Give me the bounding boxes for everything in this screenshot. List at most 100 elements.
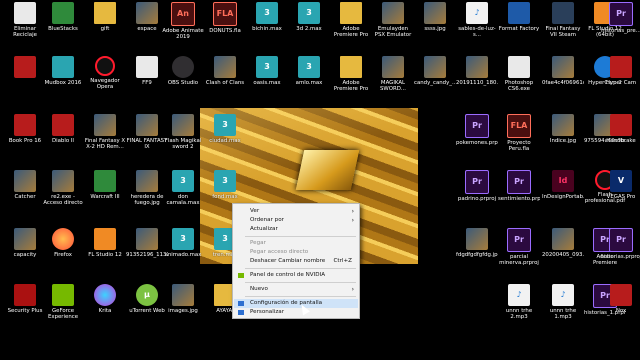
desktop-icon[interactable]: Pr pokemones.prproj (456, 114, 498, 146)
desktop-icon[interactable]: Handbrake (600, 114, 640, 144)
menu-item-label: Personalizar (250, 309, 284, 315)
desktop-icon[interactable]: Pr padrino.prproj (456, 170, 498, 202)
menu-item-personalizar[interactable]: Personalizar (234, 308, 358, 317)
desktop-icon-label: unnn trhe 1.mp3 (549, 308, 577, 320)
desktop-icon[interactable]: Final Fantasy X X-2 HD Rem... (84, 114, 126, 150)
desktop-icon[interactable]: FL Studio 12 (84, 228, 126, 258)
img-icon (172, 114, 194, 136)
menu-item-actualizar[interactable]: Actualizar (234, 225, 358, 234)
desktop-icon[interactable]: ♪ sables-de-luz-s... (456, 2, 498, 38)
desktop-icon-label: 20200405_093... (542, 252, 584, 258)
music-icon: ♪ (466, 2, 488, 24)
desktop-icon[interactable]: 3 animado.max (162, 228, 204, 258)
desktop-icon-label: historias_pre... (601, 28, 640, 34)
desktop-icon-label: unnn trhe 2.mp3 (505, 308, 533, 320)
desktop-icon-label: GeForce Experience (47, 308, 79, 320)
desktop-icon[interactable]: Firefox (42, 228, 84, 258)
desktop-icon[interactable]: BlueStacks (42, 2, 84, 32)
menu-item-nuevo[interactable]: Nuevo › (234, 285, 358, 294)
desktop-icon[interactable]: fdgdfgdfgfdg.jpg (456, 228, 498, 258)
menu-item-configuracion-pantalla[interactable]: Configuración de pantalla (234, 299, 358, 308)
desktop-icon[interactable]: Format Factory (498, 2, 540, 32)
desktop-icon[interactable]: Flash Magikal sword 2 (162, 114, 204, 150)
desktop-icon[interactable]: 3 don camala.max (162, 170, 204, 206)
desktop-icon[interactable]: OBS Studio (162, 56, 204, 86)
desktop-icon[interactable]: 3 bichin.max (246, 2, 288, 32)
desktop-icon[interactable]: Eliminar Reciclaje (4, 2, 46, 38)
desktop-icon[interactable]: FLA DONUTS.fla (204, 2, 246, 34)
desktop-icon[interactable]: V VEGAS Pro (600, 170, 640, 200)
img-icon (552, 114, 574, 136)
3ds-icon: 3 (214, 114, 236, 136)
img-icon (214, 56, 236, 78)
menu-item-label: Pegar acceso directo (250, 249, 309, 255)
desktop-icon[interactable]: MAGIKAL SWORD... (372, 56, 414, 92)
desktop-icon-label: Final Fantasy VII Steam Edition (545, 26, 581, 38)
desktop-icon[interactable]: Id InDesignPortab... (542, 170, 584, 200)
desktop-icon[interactable]: 3 fond.max (204, 170, 246, 200)
menu-item-nvidia-panel[interactable]: Panel de control de NVIDIA (234, 271, 358, 280)
desktop-icon[interactable]: An Adobe Animate 2019 (162, 2, 204, 40)
desktop-icon[interactable]: Diablo II (42, 114, 84, 144)
pr-icon: Pr (609, 228, 633, 252)
img-icon (466, 228, 488, 250)
desktop-icon[interactable]: Adobe Premiere Pro Audio Previ... (330, 56, 372, 92)
desktop-icon[interactable]: candy_candy_... (414, 56, 456, 86)
desktop-icon[interactable]: Adobe Premiere Pro Auto-Save (330, 2, 372, 38)
desktop-icon[interactable]: Pr sentimiento.prproj (498, 170, 540, 202)
desktop-icon[interactable]: Book Pro 16 (4, 114, 46, 144)
desktop-icon[interactable]: Pr historias_pre... (600, 2, 640, 34)
desktop-icon[interactable]: 3 oasis.max (246, 56, 288, 86)
desktop-icon[interactable]: Navegador Opera (84, 56, 126, 90)
desktop-icon[interactable]: images.jpg (162, 284, 204, 314)
menu-item-pegar-acceso-directo[interactable]: Pegar acceso directo (234, 248, 358, 257)
menu-item-ver[interactable]: Ver › (234, 207, 358, 216)
desktop-icon[interactable]: capacity (4, 228, 46, 258)
desktop-icon-label: Clash of Clans (205, 80, 245, 86)
desktop-icon[interactable]: 0fae4c4f06961c... (542, 56, 584, 86)
desktop-icon[interactable]: Catcher (4, 170, 46, 200)
desktop-icon[interactable]: Indice.jpg (542, 114, 584, 144)
desktop-icon-label: bichin.max (252, 26, 282, 32)
desktop-icon[interactable]: Final Fantasy VII Steam Edition (542, 2, 584, 38)
desktop-icon[interactable]: 3 ciudad.max (204, 114, 246, 144)
desktop-icon[interactable]: Hyper Cam (600, 56, 640, 86)
menu-item-pegar[interactable]: Pegar (234, 239, 358, 248)
desktop-icon-label: don camala.max (166, 194, 200, 206)
desktop-icon[interactable]: re2.exe - Acceso directo (42, 170, 84, 206)
menu-item-ordenar-por[interactable]: Ordenar por › (234, 216, 358, 225)
desktop-icon[interactable] (4, 56, 46, 80)
desktop-icon[interactable]: GeForce Experience (42, 284, 84, 320)
desktop-icon[interactable]: 3 3d 2.max (288, 2, 330, 32)
desktop-icon[interactable]: Nox (600, 284, 640, 314)
desktop-icon[interactable]: Mudbox 2016 (42, 56, 84, 86)
desktop-icon[interactable]: Krita (84, 284, 126, 314)
desktop-icon-label: Firefox (54, 252, 72, 258)
desktop-icon[interactable]: Security Plus (4, 284, 46, 314)
menu-item-deshacer[interactable]: Deshacer Cambiar nombre Ctrl+Z (234, 257, 358, 266)
desktop-icon-label: re2.exe - Acceso directo (43, 194, 83, 206)
desktop-icon[interactable]: 20200405_093... (542, 228, 584, 258)
desktop-icon[interactable]: ♪ unnn trhe 2.mp3 (498, 284, 540, 320)
desktop-icon[interactable]: Pr parcial minerva.prproj (498, 228, 540, 266)
app-icon (508, 2, 530, 24)
desktop-icon[interactable]: Emulayden PSX Emulator Fixed... (372, 2, 414, 38)
file-icon (14, 2, 36, 24)
desktop-icon[interactable]: 20191110_180... (456, 56, 498, 86)
desktop-icon[interactable]: Clash of Clans (204, 56, 246, 86)
desktop-icon-label: MAGIKAL SWORD... (379, 80, 407, 92)
desktop-icon-label: historias.prproj (600, 254, 640, 260)
desktop-icon[interactable]: gift (84, 2, 126, 32)
desktop-icon[interactable]: Photoshop CS6.exe (498, 56, 540, 92)
desktop-icon[interactable]: Warcraft III (84, 170, 126, 200)
desktop-icon[interactable]: 3 amlo.max (288, 56, 330, 86)
music-icon: ♪ (552, 284, 574, 306)
img-icon (14, 170, 36, 192)
id-icon: Id (552, 170, 574, 192)
geforce-icon (52, 284, 74, 306)
img-icon (136, 114, 158, 136)
desktop-icon[interactable]: FLA Proyecto Peru.fla (498, 114, 540, 152)
desktop-icon[interactable]: ♪ unnn trhe 1.mp3 (542, 284, 584, 320)
desktop-icon[interactable]: Pr historias.prproj (600, 228, 640, 260)
desktop-icon[interactable]: ssss.jpg (414, 2, 456, 32)
